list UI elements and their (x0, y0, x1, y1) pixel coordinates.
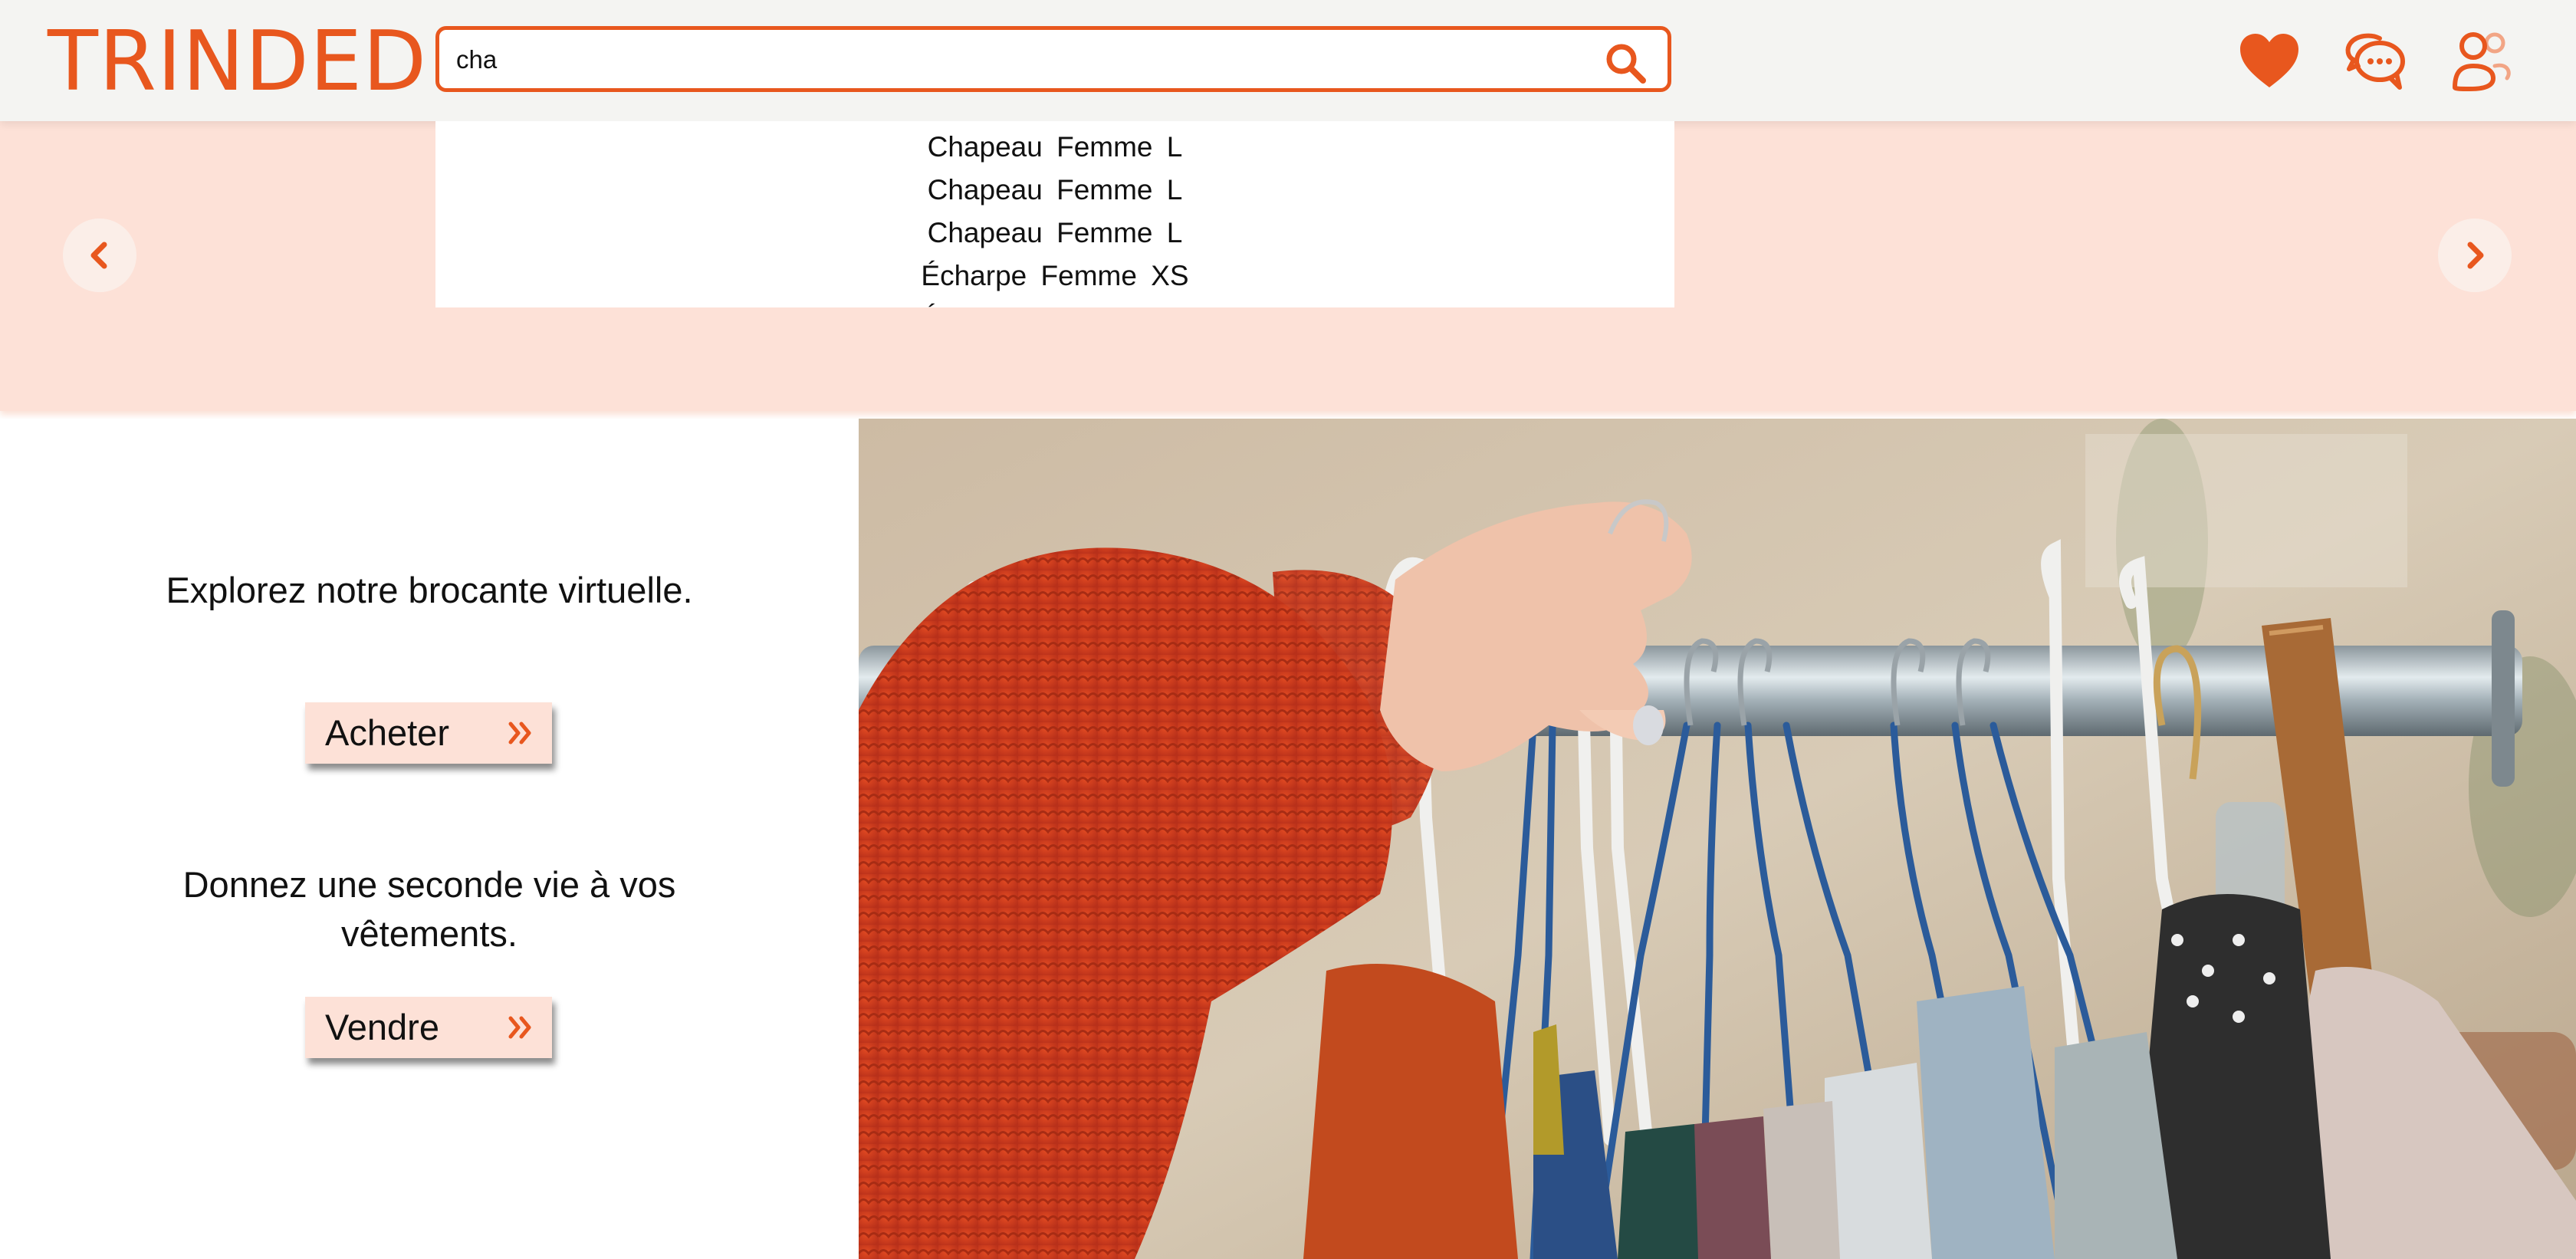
suggestion-item[interactable]: Chapeau Femme L (435, 126, 1674, 169)
chat-icon[interactable] (2343, 29, 2407, 94)
double-chevron-right-icon (508, 1016, 531, 1039)
double-chevron-right-icon (508, 722, 531, 745)
chevron-right-icon (2467, 242, 2484, 269)
suggestion-item[interactable]: Chapeau Femme L (435, 169, 1674, 212)
search-input[interactable] (455, 39, 1562, 81)
sell-button[interactable]: Vendre (305, 997, 552, 1058)
search-icon[interactable] (1603, 41, 1648, 85)
sell-tagline: Donnez une seconde vie à vos vêtements. (182, 864, 676, 954)
hero-photo (859, 419, 2576, 1259)
heart-icon[interactable] (2237, 29, 2302, 94)
search-bar[interactable] (435, 26, 1671, 92)
buy-tagline: Explorez notre brocante virtuelle. (166, 570, 693, 610)
header: TRINDED (0, 0, 2576, 121)
search-suggestions: Chapeau Femme L Chapeau Femme L Chapeau … (435, 121, 1674, 307)
suggestion-item[interactable]: Écharpe Femme XS (435, 297, 1674, 307)
suggestion-item[interactable]: Écharpe Femme XS (435, 255, 1674, 297)
users-icon[interactable] (2450, 29, 2515, 94)
buy-button-label: Acheter (325, 712, 449, 753)
sell-button-label: Vendre (325, 1007, 439, 1047)
carousel-prev-button[interactable] (63, 219, 136, 292)
suggestion-item[interactable]: Chapeau Femme L (435, 212, 1674, 255)
buy-button[interactable]: Acheter (305, 702, 552, 764)
cta-panel: Explorez notre brocante virtuelle. Achet… (0, 419, 859, 1259)
chevron-left-icon (90, 242, 107, 269)
logo[interactable]: TRINDED (48, 12, 427, 112)
carousel-next-button[interactable] (2438, 219, 2512, 292)
